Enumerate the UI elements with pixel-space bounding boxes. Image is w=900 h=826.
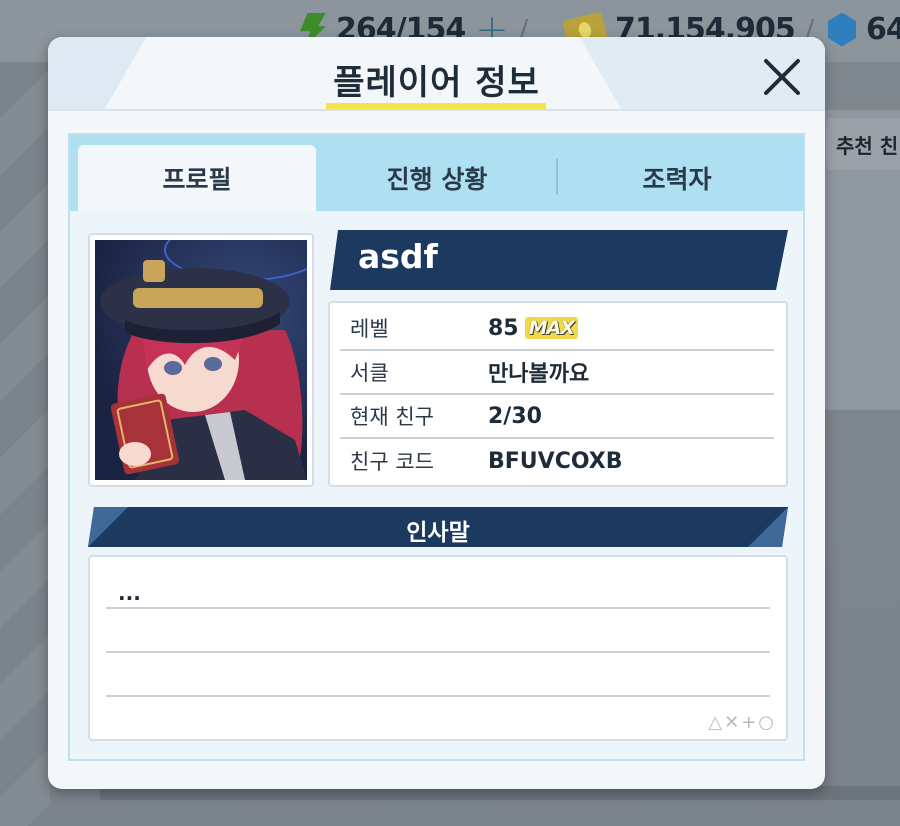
- tab-label: 조력자: [642, 165, 712, 194]
- button-shapes-icon: △✕+○: [708, 712, 776, 733]
- friend-code-row: 친구 코드 BFUVCOXB: [340, 439, 774, 483]
- greeting-line: [106, 695, 770, 697]
- student-portrait-image: [100, 240, 307, 480]
- gems-resource: 64: [828, 12, 900, 47]
- background-pattern: [0, 62, 50, 826]
- greeting-box: ... △✕+○: [88, 555, 788, 741]
- avatar: [95, 240, 307, 480]
- dialog-title: 플레이어 정보: [333, 63, 540, 103]
- friends-label: 현재 친구: [350, 405, 434, 429]
- tab-profile[interactable]: 프로필: [78, 145, 316, 211]
- circle-label: 서클: [350, 361, 389, 385]
- greeting-line: [106, 651, 770, 653]
- player-info-dialog: 플레이어 정보 프로필 진행 상황 조력자 asdf 레벨 85 MAX 서클 …: [48, 37, 825, 789]
- close-button[interactable]: [760, 55, 804, 99]
- recommend-friend-button: 추천 친: [826, 118, 900, 170]
- greeting-title: 인사말: [406, 520, 470, 546]
- player-name: asdf: [358, 237, 438, 276]
- tab-bar: 프로필 진행 상황 조력자: [70, 135, 803, 211]
- greeting-line: [106, 607, 770, 609]
- max-level-badge: MAX: [524, 317, 578, 339]
- level-value-wrap: 85 MAX: [488, 316, 578, 341]
- close-icon: [764, 59, 800, 95]
- greeting-text: ...: [118, 581, 141, 605]
- tab-label: 진행 상황: [386, 165, 488, 194]
- friends-row: 현재 친구 2/30: [340, 395, 774, 439]
- avatar-frame: [88, 233, 314, 487]
- tab-supporters[interactable]: 조력자: [558, 145, 796, 211]
- friends-value: 2/30: [488, 403, 542, 429]
- pyroxene-gem-icon: [828, 12, 856, 47]
- tab-label: 프로필: [162, 165, 232, 194]
- level-row: 레벨 85 MAX: [340, 307, 774, 351]
- gems-value: 64: [866, 12, 900, 47]
- circle-value: 만나볼까요: [488, 362, 590, 387]
- circle-row: 서클 만나볼까요: [340, 351, 774, 395]
- level-label: 레벨: [350, 317, 389, 341]
- level-value: 85: [488, 315, 519, 341]
- tab-progress[interactable]: 진행 상황: [318, 145, 556, 211]
- friend-code-label: 친구 코드: [350, 450, 434, 474]
- player-stats-box: 레벨 85 MAX 서클 만나볼까요 현재 친구 2/30 친구 코드 BFUV…: [328, 301, 788, 487]
- title-underline: [326, 103, 546, 109]
- profile-panel: 프로필 진행 상황 조력자 asdf 레벨 85 MAX 서클 만나볼까요 현재…: [68, 133, 805, 761]
- friend-code-value[interactable]: BFUVCOXB: [488, 449, 622, 474]
